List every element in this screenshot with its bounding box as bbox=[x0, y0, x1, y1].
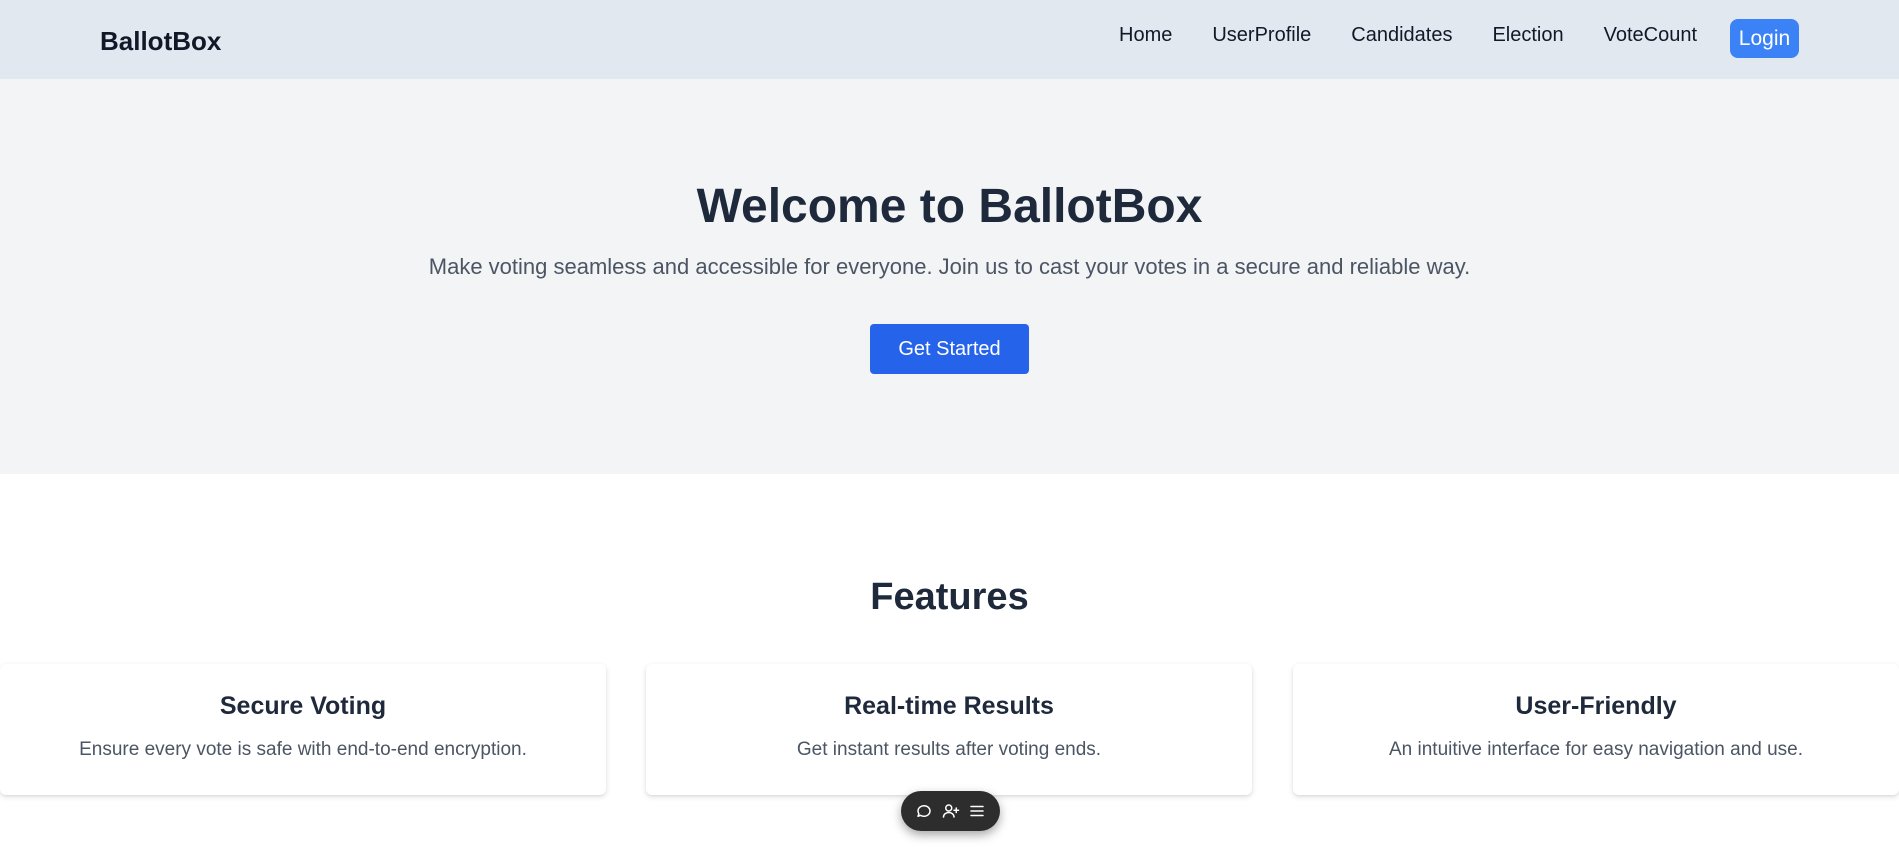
feature-card-title: Secure Voting bbox=[219, 692, 387, 720]
navbar: BallotBox Home UserProfile Candidates El… bbox=[0, 0, 1899, 79]
features-title: Features bbox=[870, 576, 1029, 618]
add-user-icon[interactable] bbox=[941, 801, 961, 821]
floating-toolbar bbox=[901, 791, 1000, 831]
hero-title: Welcome to BallotBox bbox=[696, 180, 1203, 233]
nav-link-home[interactable]: Home bbox=[1119, 22, 1172, 48]
feature-card-real-time-results: Real-time Results Get instant results af… bbox=[646, 664, 1252, 795]
feature-card-description: Ensure every vote is safe with end-to-en… bbox=[79, 739, 527, 760]
hero-subtitle: Make voting seamless and accessible for … bbox=[428, 254, 1471, 279]
feature-card-description: An intuitive interface for easy navigati… bbox=[1388, 739, 1804, 760]
nav-links: Home UserProfile Candidates Election Vot… bbox=[1119, 22, 1737, 48]
feature-card-secure-voting: Secure Voting Ensure every vote is safe … bbox=[0, 664, 606, 795]
nav-link-userprofile[interactable]: UserProfile bbox=[1212, 22, 1311, 48]
hero-section: Welcome to BallotBox Make voting seamles… bbox=[0, 79, 1899, 474]
menu-icon[interactable] bbox=[967, 801, 987, 821]
feature-card-title: Real-time Results bbox=[844, 692, 1054, 720]
feature-card-user-friendly: User-Friendly An intuitive interface for… bbox=[1293, 664, 1899, 795]
feature-card-title: User-Friendly bbox=[1515, 692, 1677, 720]
chat-icon[interactable] bbox=[914, 801, 934, 821]
feature-card-description: Get instant results after voting ends. bbox=[796, 739, 1102, 760]
get-started-button[interactable]: Get Started bbox=[870, 324, 1029, 374]
login-button[interactable]: Login bbox=[1730, 19, 1799, 58]
nav-link-votecount[interactable]: VoteCount bbox=[1604, 22, 1697, 48]
nav-link-election[interactable]: Election bbox=[1492, 22, 1563, 48]
brand-logo[interactable]: BallotBox bbox=[100, 26, 221, 57]
nav-link-candidates[interactable]: Candidates bbox=[1351, 22, 1452, 48]
